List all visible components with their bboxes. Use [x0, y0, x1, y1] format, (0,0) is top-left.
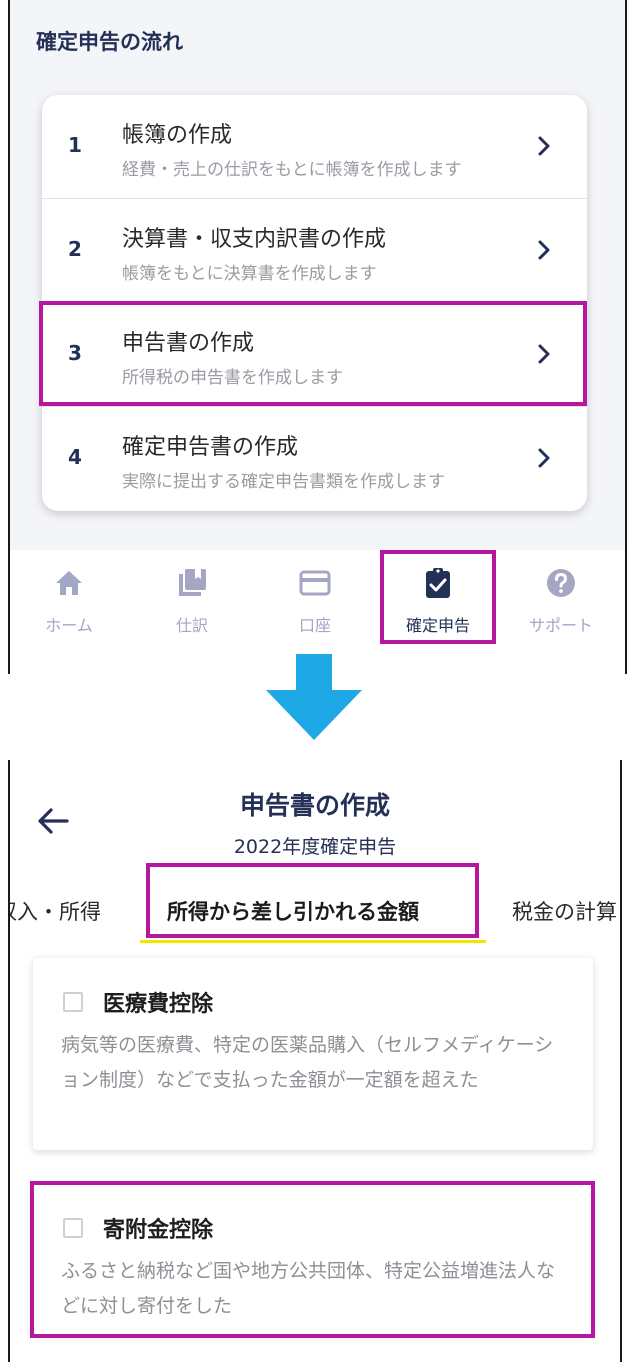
step-number: 1 [68, 133, 82, 157]
return-form-screen: 申告書の作成 2022年度確定申告 収入・所得 所得から差し引かれる金額 税金の… [0, 760, 630, 1362]
card-icon [299, 570, 331, 596]
highlight-step-3 [39, 301, 587, 406]
step-subtitle: 実際に提出する確定申告書類を作成します [122, 472, 445, 492]
step-subtitle: 経費・売上の仕訳をもとに帳簿を作成します [122, 160, 462, 180]
nav-label: 口座 [298, 616, 331, 635]
step-number: 4 [68, 445, 82, 469]
step-subtitle: 帳簿をもとに決算書を作成します [122, 264, 377, 284]
highlight-tab-deductions [146, 863, 479, 938]
help-icon [547, 569, 575, 597]
step-title: 帳簿の作成 [122, 123, 233, 148]
nav-label: 仕訳 [175, 616, 208, 635]
section-title: 確定申告の流れ [36, 30, 183, 54]
nav-item-journal[interactable]: 仕訳 [137, 566, 247, 646]
deduction-card-medical[interactable]: 医療費控除 病気等の医療費、特定の医薬品購入（セルフメディケーション制度）などで… [33, 958, 593, 1150]
checkbox[interactable] [63, 992, 83, 1012]
chevron-right-icon [538, 136, 550, 156]
step-number: 2 [68, 237, 82, 261]
active-tab-indicator [140, 940, 486, 943]
deduction-title: 医療費控除 [103, 992, 214, 1017]
nav-label: ホーム [45, 616, 93, 635]
page-subtitle: 2022年度確定申告 [233, 836, 397, 858]
highlight-deduction-donation [30, 1181, 595, 1338]
step-row-4[interactable]: 4 確定申告書の作成 実際に提出する確定申告書類を作成します [42, 407, 587, 511]
nav-item-support[interactable]: サポート [506, 566, 616, 646]
page-title: 申告書の作成 [239, 791, 390, 820]
panel-border-right [625, 0, 627, 674]
nav-item-home[interactable]: ホーム [14, 566, 124, 646]
home-icon [56, 571, 82, 595]
step-title: 確定申告書の作成 [122, 435, 299, 460]
step-row-1[interactable]: 1 帳簿の作成 経費・売上の仕訳をもとに帳簿を作成します [42, 95, 587, 199]
chevron-right-icon [538, 240, 550, 260]
step-title: 決算書・収支内訳書の作成 [122, 227, 387, 252]
chevron-right-icon [538, 448, 550, 468]
tab-tax-calculation[interactable]: 税金の計算 [512, 896, 617, 926]
deduction-description: 病気等の医療費、特定の医薬品購入（セルフメディケーション制度）などで支払った金額… [61, 1034, 554, 1091]
journal-icon [179, 569, 206, 596]
arrow-down-icon [266, 654, 362, 740]
step-row-2[interactable]: 2 決算書・収支内訳書の作成 帳簿をもとに決算書を作成します [42, 199, 587, 303]
nav-label: サポート [528, 616, 593, 635]
highlight-nav-tax-return [380, 550, 496, 644]
nav-item-account[interactable]: 口座 [260, 566, 370, 646]
tab-income[interactable]: 収入・所得 [10, 896, 101, 926]
flow-screen: 確定申告の流れ 1 帳簿の作成 経費・売上の仕訳をもとに帳簿を作成します 2 決… [0, 0, 630, 674]
